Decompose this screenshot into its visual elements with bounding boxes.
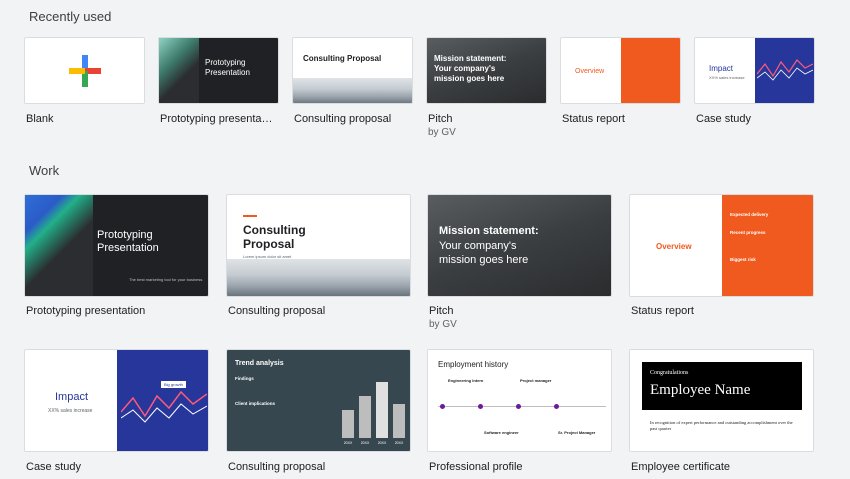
caption-trend-work: Consulting proposal xyxy=(228,461,326,473)
slide-title: Prototyping Presentation xyxy=(205,58,250,77)
side-label: Biggest risk xyxy=(730,257,756,262)
caption-case-work: Case study xyxy=(26,461,82,473)
template-case-recent[interactable]: Impact XX% sales increase xyxy=(694,37,815,104)
job-title: Engineering Intern xyxy=(448,378,484,383)
accent-bar xyxy=(243,215,257,217)
timeline-line xyxy=(438,406,606,407)
caption-case: Case study xyxy=(696,113,752,125)
caption-status-work: Status report xyxy=(631,305,694,317)
slide-title: Trend analysis xyxy=(235,360,284,367)
year-label: 20XX xyxy=(394,441,404,445)
slide-subtitle: XX% sales increase xyxy=(48,408,93,414)
slide-title: Consulting Proposal xyxy=(243,223,306,251)
template-profile[interactable]: Employment history Engineering Intern Pr… xyxy=(427,349,612,452)
cert-pre: Congratulations xyxy=(650,370,689,376)
caption-pitch: Pitch xyxy=(428,113,453,125)
plus-icon xyxy=(69,55,101,87)
caption-blank: Blank xyxy=(26,113,54,125)
caption-pitch-work-author: by GV xyxy=(429,319,457,330)
cert-body: In recognition of expert performance and… xyxy=(650,420,793,431)
timeline-dot xyxy=(516,404,521,409)
template-trend[interactable]: Trend analysis Findings Client implicati… xyxy=(226,349,411,452)
template-prototyping-recent[interactable]: Prototyping Presentation xyxy=(158,37,279,104)
slide-title: Impact xyxy=(55,391,89,403)
caption-consulting-work: Consulting proposal xyxy=(228,305,326,317)
side-label: Expected delivery xyxy=(730,212,769,217)
year-label: 20XX xyxy=(377,441,387,445)
navy-panel xyxy=(755,38,814,103)
template-pitch-recent[interactable]: Mission statement: Your company's missio… xyxy=(426,37,547,104)
navy-panel: Big growth xyxy=(117,350,208,451)
caption-status: Status report xyxy=(562,113,625,125)
decor-shape xyxy=(25,195,93,296)
slide-body: Your company's mission goes here xyxy=(439,240,529,266)
slide-title: Employment history xyxy=(438,360,509,369)
job-title: Project manager xyxy=(520,378,552,383)
orange-panel: Expected delivery Recent progress Bigges… xyxy=(722,195,813,296)
line-chart-graphic xyxy=(121,390,207,423)
mountain-image xyxy=(227,259,410,296)
caption-prototyping: Prototyping presentati… xyxy=(160,113,275,125)
template-prototyping[interactable]: Prototyping Presentation The best market… xyxy=(24,194,209,297)
slide-title: Mission statement: xyxy=(439,225,539,237)
template-status[interactable]: Overview Expected delivery Recent progre… xyxy=(629,194,814,297)
section-title-recent: Recently used xyxy=(29,9,112,24)
implications-label: Client implications xyxy=(235,401,276,406)
slide-title: Prototyping Presentation xyxy=(97,229,159,254)
year-label: 20XX xyxy=(360,441,370,445)
caption-profile-work: Professional profile xyxy=(429,461,523,473)
template-consulting[interactable]: Consulting Proposal Lorem ipsum dolor si… xyxy=(226,194,411,297)
job-title: Software engineer xyxy=(484,430,519,435)
side-label: Recent progress xyxy=(730,230,766,235)
bar xyxy=(342,410,354,438)
line-chart-graphic xyxy=(757,59,813,81)
template-blank[interactable] xyxy=(24,37,145,104)
slide-title: Impact xyxy=(709,64,734,73)
caption-consulting: Consulting proposal xyxy=(294,113,392,125)
bar xyxy=(359,396,371,438)
slide-title: Consulting Proposal xyxy=(303,54,382,63)
section-title-work: Work xyxy=(29,163,60,178)
template-status-recent[interactable]: Overview xyxy=(560,37,681,104)
template-consulting-recent[interactable]: Consulting Proposal xyxy=(292,37,413,104)
timeline-dot xyxy=(478,404,483,409)
template-certificate[interactable]: Congratulations Employee Name In recogni… xyxy=(629,349,814,452)
slide-title: Overview xyxy=(656,242,692,251)
caption-pitch-work: Pitch xyxy=(429,305,454,317)
slide-subtitle: XX% sales increase xyxy=(709,75,745,80)
findings-label: Findings xyxy=(235,376,254,381)
slide-title: Mission statement: Your company's missio… xyxy=(434,54,507,83)
bar xyxy=(393,404,405,438)
caption-pitch-author: by GV xyxy=(428,127,456,138)
caption-cert-work: Employee certificate xyxy=(631,461,731,473)
timeline-dot xyxy=(554,404,559,409)
cert-header: Congratulations Employee Name xyxy=(642,362,802,410)
caption-prototyping-work: Prototyping presentation xyxy=(26,305,146,317)
year-label: 20XX xyxy=(343,441,353,445)
decor-shape xyxy=(159,38,199,103)
cert-title: Employee Name xyxy=(650,382,751,398)
orange-panel xyxy=(621,38,680,103)
slide-tagline: The best marketing tool for your busines… xyxy=(129,277,203,282)
bar xyxy=(376,382,388,438)
slide-title: Overview xyxy=(575,68,605,75)
job-title: Sr. Project Manager xyxy=(558,430,596,435)
template-pitch[interactable]: Mission statement: Your company's missio… xyxy=(427,194,612,297)
mountain-image xyxy=(293,78,412,103)
timeline-dot xyxy=(440,404,445,409)
template-case-study[interactable]: Impact XX% sales increase Big growth xyxy=(24,349,209,452)
